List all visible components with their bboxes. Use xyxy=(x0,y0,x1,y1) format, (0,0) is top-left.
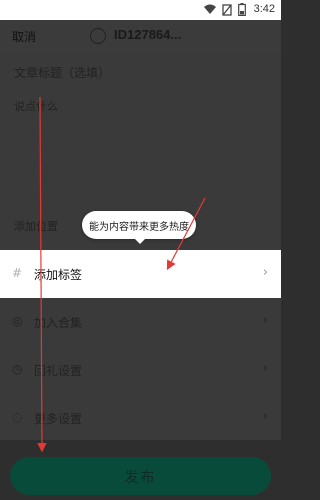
status-bar: 3:42 xyxy=(0,0,281,20)
gift-icon: ◷ xyxy=(12,362,23,376)
chevron-right-icon: › xyxy=(262,361,268,376)
hash-icon: # xyxy=(12,266,23,280)
more-settings-row[interactable]: ◌ 更多设置 › xyxy=(0,394,281,442)
chevron-right-icon: › xyxy=(262,313,268,328)
publish-button[interactable]: 发布 xyxy=(10,457,271,495)
settings-icon: ◌ xyxy=(12,410,23,424)
title-input[interactable]: 文章标题（选填） xyxy=(14,64,110,81)
avatar xyxy=(90,28,106,44)
row-label: 更多设置 xyxy=(34,412,83,426)
collection-icon: ◎ xyxy=(12,314,23,328)
row-label: 添加标签 xyxy=(34,268,83,282)
chevron-right-icon: › xyxy=(262,409,268,424)
add-tag-row[interactable]: # 添加标签 › xyxy=(0,250,281,298)
account-id: ID127864... xyxy=(114,27,182,42)
add-location-button[interactable]: 添加位置 xyxy=(14,218,58,234)
no-sim-icon xyxy=(222,4,232,16)
description-input[interactable]: 说点什么 xyxy=(14,98,58,114)
row-label: 回礼设置 xyxy=(34,364,83,378)
wifi-icon xyxy=(204,4,216,14)
tooltip: 能为内容带来更多热度 xyxy=(82,211,196,244)
clock: 3:42 xyxy=(253,3,275,15)
chevron-right-icon: › xyxy=(262,265,268,280)
cancel-button[interactable]: 取消 xyxy=(12,28,36,45)
tooltip-text: 能为内容带来更多热度 xyxy=(89,222,189,233)
row-label: 加入合集 xyxy=(34,316,83,330)
add-collection-row[interactable]: ◎ 加入合集 › xyxy=(0,298,281,346)
gift-settings-row[interactable]: ◷ 回礼设置 › xyxy=(0,346,281,394)
battery-icon xyxy=(238,3,246,16)
publish-label: 发布 xyxy=(124,470,157,486)
